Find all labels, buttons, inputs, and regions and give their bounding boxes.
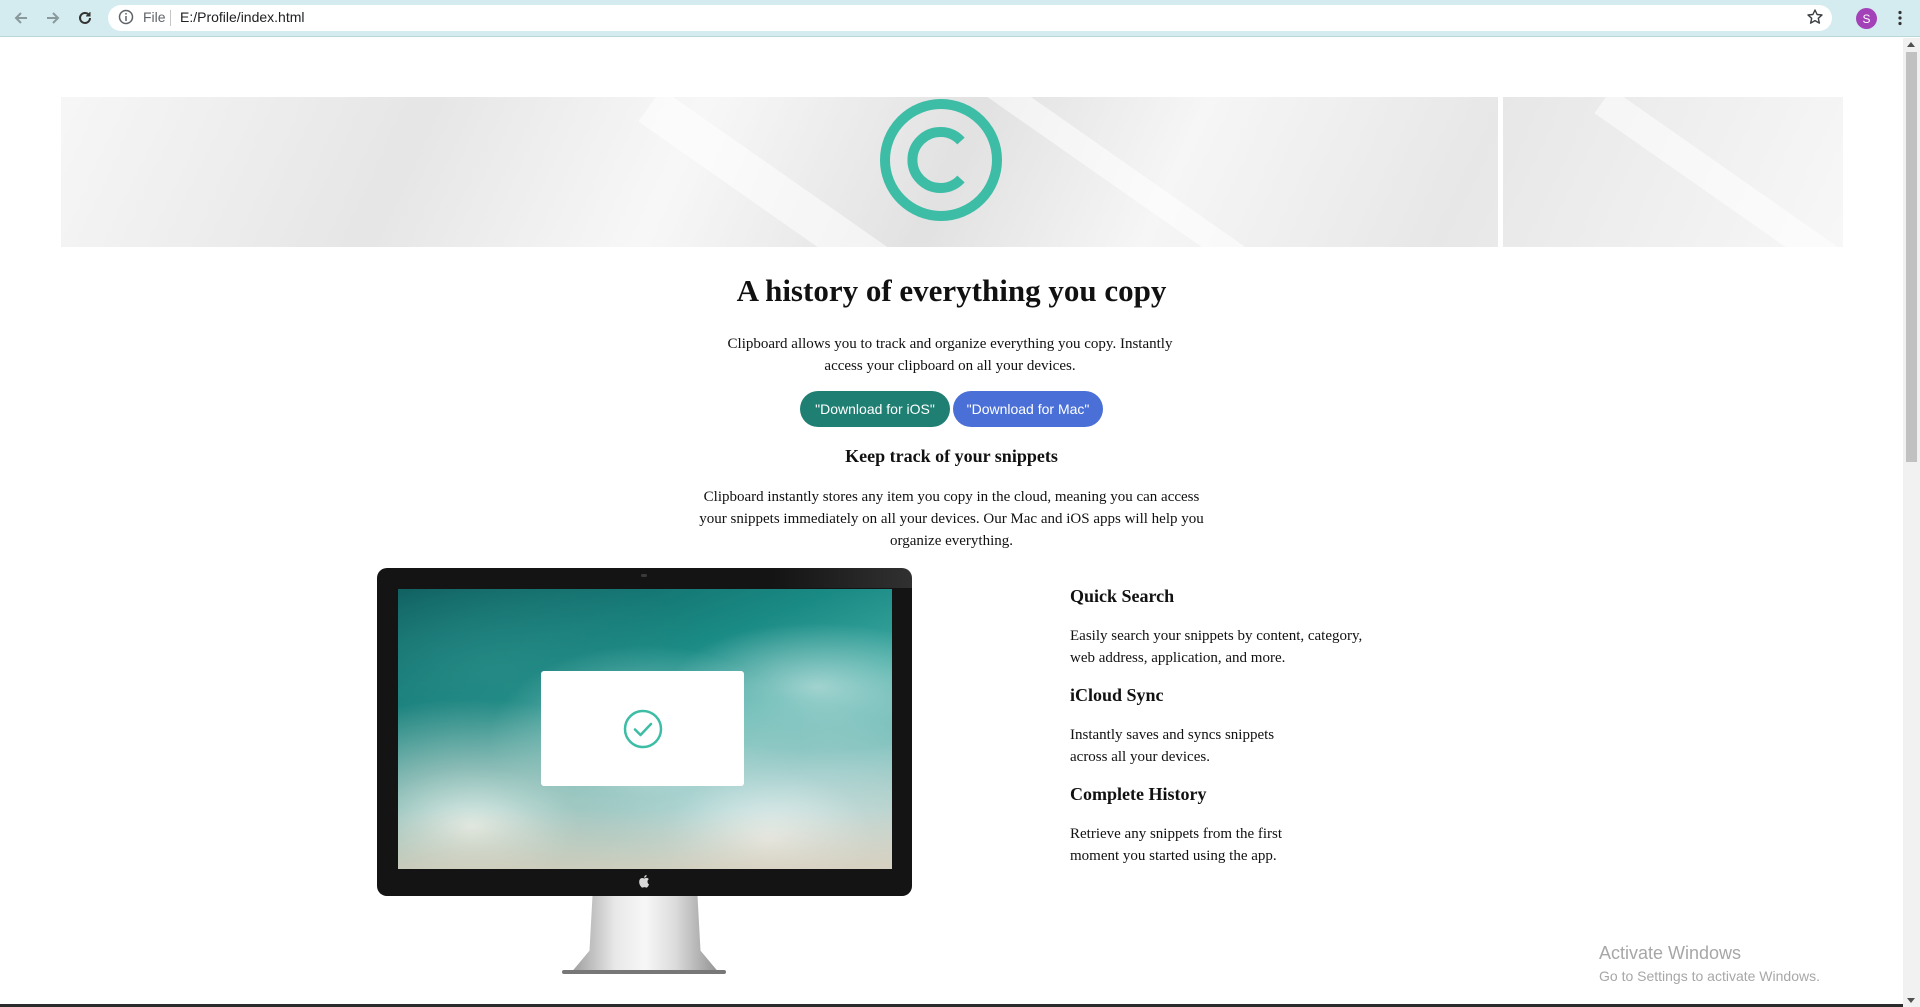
section-description: Clipboard instantly stores any item you … <box>699 489 1204 549</box>
vertical-scrollbar[interactable] <box>1903 38 1920 1007</box>
url-scheme-label: File <box>143 9 166 25</box>
monitor-glare <box>772 568 912 588</box>
back-arrow-icon[interactable] <box>10 7 32 29</box>
url-text[interactable]: E:/Profile/index.html <box>180 9 305 25</box>
section-heading: Keep track of your snippets <box>845 446 1058 466</box>
features-list: Quick Search Easily search your snippets… <box>1070 586 1390 883</box>
marble-streak <box>1594 97 1843 247</box>
scrollbar-thumb[interactable] <box>1906 52 1917 462</box>
scroll-down-arrow-icon[interactable] <box>1907 998 1915 1003</box>
beach-sand <box>398 809 892 869</box>
info-icon[interactable] <box>118 9 134 28</box>
success-dialog <box>541 671 744 786</box>
hero-banner <box>61 97 1843 247</box>
apple-logo-icon <box>639 875 649 888</box>
ocean-wallpaper-image <box>398 589 892 869</box>
address-bar[interactable]: File E:/Profile/index.html <box>108 5 1832 31</box>
profile-avatar[interactable]: S <box>1856 8 1877 29</box>
feature-item: Quick Search Easily search your snippets… <box>1070 586 1390 669</box>
feature-text: Easily search your snippets by content, … <box>1070 628 1363 666</box>
lead-paragraph: Clipboard allows you to track and organi… <box>727 336 1173 374</box>
browser-toolbar: File E:/Profile/index.html S <box>0 0 1920 37</box>
download-mac-button[interactable]: "Download for Mac" <box>953 391 1103 427</box>
watermark-title: Activate Windows <box>1599 943 1742 963</box>
omnibox-divider <box>170 10 171 26</box>
copyright-logo-icon <box>880 99 1002 221</box>
feature-title: iCloud Sync <box>1070 685 1164 705</box>
page-title: A history of everything you copy <box>736 273 1167 308</box>
marble-streak <box>985 97 1262 247</box>
feature-item: Complete History Retrieve any snippets f… <box>1070 784 1390 867</box>
feature-title: Quick Search <box>1070 586 1175 606</box>
page-content: A history of everything you copy Clipboa… <box>0 38 1903 1007</box>
feature-text: Retrieve any snippets from the first mom… <box>1070 826 1283 864</box>
windows-activation-watermark: Activate Windows Go to Settings to activ… <box>1599 943 1820 984</box>
monitor-stand <box>570 896 720 974</box>
scroll-up-arrow-icon[interactable] <box>1907 42 1915 47</box>
feature-title: Complete History <box>1070 784 1207 804</box>
reload-icon[interactable] <box>74 7 96 29</box>
bookmark-star-icon[interactable] <box>1806 8 1824 29</box>
monitor-camera <box>641 574 647 577</box>
forward-arrow-icon[interactable] <box>42 7 64 29</box>
banner-gap <box>1498 97 1503 247</box>
kebab-menu-icon[interactable] <box>1890 8 1910 28</box>
download-ios-button[interactable]: "Download for iOS" <box>800 391 950 427</box>
imac-illustration <box>377 568 912 896</box>
checkmark-circle-icon <box>623 709 663 749</box>
monitor-stand-base <box>562 970 726 974</box>
feature-item: iCloud Sync Instantly saves and syncs sn… <box>1070 685 1390 768</box>
watermark-subtitle: Go to Settings to activate Windows. <box>1599 968 1820 984</box>
feature-text: Instantly saves and syncs snippets acros… <box>1070 727 1275 765</box>
